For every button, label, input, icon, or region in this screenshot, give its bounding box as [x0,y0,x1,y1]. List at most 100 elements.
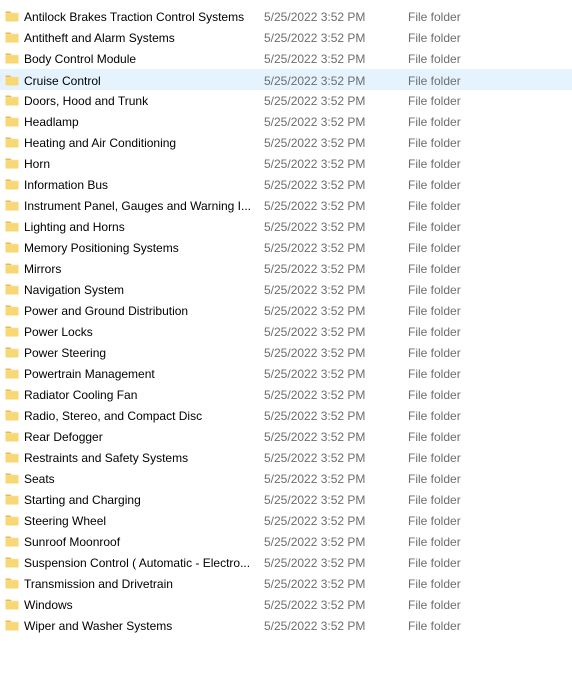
file-row[interactable]: Rear Defogger 5/25/2022 3:52 PM File fol… [0,426,572,447]
file-type: File folder [408,430,461,444]
date-modified: 5/25/2022 3:52 PM [264,136,366,150]
date-modified: 5/25/2022 3:52 PM [264,115,366,129]
folder-icon [5,135,19,149]
file-type: File folder [408,493,461,507]
date-modified: 5/25/2022 3:52 PM [264,178,366,192]
file-name: Power Steering [24,346,107,360]
file-row[interactable]: Powertrain Management 5/25/2022 3:52 PM … [0,363,572,384]
file-row[interactable]: Antitheft and Alarm Systems 5/25/2022 3:… [0,27,572,48]
file-name: Windows [24,598,73,612]
file-row[interactable]: Power and Ground Distribution 5/25/2022 … [0,300,572,321]
file-type: File folder [408,178,461,192]
folder-icon [5,156,19,170]
file-name: Navigation System [24,283,125,297]
file-name: Doors, Hood and Trunk [24,94,149,108]
file-name: Mirrors [24,262,62,276]
file-row[interactable]: Lighting and Horns 5/25/2022 3:52 PM Fil… [0,216,572,237]
file-row[interactable]: Sunroof Moonroof 5/25/2022 3:52 PM File … [0,531,572,552]
file-name: Cruise Control [24,74,101,88]
file-row[interactable]: Transmission and Drivetrain 5/25/2022 3:… [0,573,572,594]
folder-icon [5,429,19,443]
file-row[interactable]: Antilock Brakes Traction Control Systems… [0,6,572,27]
date-modified: 5/25/2022 3:52 PM [264,157,366,171]
file-row[interactable]: Instrument Panel, Gauges and Warning I..… [0,195,572,216]
file-name: Body Control Module [24,52,137,66]
date-modified: 5/25/2022 3:52 PM [264,199,366,213]
file-name: Restraints and Safety Systems [24,451,189,465]
file-row[interactable]: Steering Wheel 5/25/2022 3:52 PM File fo… [0,510,572,531]
file-row[interactable]: Cruise Control 5/25/2022 3:52 PM File fo… [0,69,572,90]
file-row[interactable]: Body Control Module 5/25/2022 3:52 PM Fi… [0,48,572,69]
file-name: Antitheft and Alarm Systems [24,31,175,45]
file-type: File folder [408,472,461,486]
folder-icon [5,324,19,338]
date-modified: 5/25/2022 3:52 PM [264,262,366,276]
file-row[interactable]: Radio, Stereo, and Compact Disc 5/25/202… [0,405,572,426]
date-modified: 5/25/2022 3:52 PM [264,577,366,591]
file-type: File folder [408,283,461,297]
file-name: Wiper and Washer Systems [24,619,173,633]
file-type: File folder [408,556,461,570]
folder-icon [5,387,19,401]
folder-icon [5,555,19,569]
file-type: File folder [408,115,461,129]
file-type: File folder [408,598,461,612]
date-modified: 5/25/2022 3:52 PM [264,451,366,465]
date-modified: 5/25/2022 3:52 PM [264,388,366,402]
file-type: File folder [408,220,461,234]
file-row[interactable]: Power Locks 5/25/2022 3:52 PM File folde… [0,321,572,342]
file-name: Power and Ground Distribution [24,304,189,318]
folder-icon [5,597,19,611]
file-name: Power Locks [24,325,93,339]
file-row[interactable]: Power Steering 5/25/2022 3:52 PM File fo… [0,342,572,363]
file-row[interactable]: Suspension Control ( Automatic - Electro… [0,552,572,573]
file-type: File folder [408,157,461,171]
file-type: File folder [408,136,461,150]
date-modified: 5/25/2022 3:52 PM [264,430,366,444]
folder-icon [5,93,19,107]
file-row[interactable]: Horn 5/25/2022 3:52 PM File folder [0,153,572,174]
date-modified: 5/25/2022 3:52 PM [264,283,366,297]
date-modified: 5/25/2022 3:52 PM [264,241,366,255]
file-name: Lighting and Horns [24,220,125,234]
file-row[interactable]: Mirrors 5/25/2022 3:52 PM File folder [0,258,572,279]
file-name: Seats [24,472,55,486]
file-name: Heating and Air Conditioning [24,136,177,150]
file-row[interactable]: Radiator Cooling Fan 5/25/2022 3:52 PM F… [0,384,572,405]
file-row[interactable]: Starting and Charging 5/25/2022 3:52 PM … [0,489,572,510]
date-modified: 5/25/2022 3:52 PM [264,74,366,88]
file-row[interactable]: Seats 5/25/2022 3:52 PM File folder [0,468,572,489]
file-name: Horn [24,157,51,171]
folder-icon [5,73,19,87]
file-row[interactable]: Heating and Air Conditioning 5/25/2022 3… [0,132,572,153]
file-type: File folder [408,94,461,108]
date-modified: 5/25/2022 3:52 PM [264,409,366,423]
file-row[interactable]: Doors, Hood and Trunk 5/25/2022 3:52 PM … [0,90,572,111]
file-row[interactable]: Information Bus 5/25/2022 3:52 PM File f… [0,174,572,195]
file-name: Suspension Control ( Automatic - Electro… [24,556,250,570]
date-modified: 5/25/2022 3:52 PM [264,94,366,108]
file-row[interactable]: Navigation System 5/25/2022 3:52 PM File… [0,279,572,300]
folder-icon [5,240,19,254]
file-row[interactable]: Wiper and Washer Systems 5/25/2022 3:52 … [0,615,572,636]
folder-icon [5,345,19,359]
file-type: File folder [408,325,461,339]
folder-icon [5,618,19,632]
folder-icon [5,471,19,485]
file-row[interactable]: Memory Positioning Systems 5/25/2022 3:5… [0,237,572,258]
file-row[interactable]: Restraints and Safety Systems 5/25/2022 … [0,447,572,468]
file-name: Steering Wheel [24,514,107,528]
folder-icon [5,30,19,44]
date-modified: 5/25/2022 3:52 PM [264,535,366,549]
file-type: File folder [408,74,461,88]
date-modified: 5/25/2022 3:52 PM [264,325,366,339]
file-row[interactable]: Windows 5/25/2022 3:52 PM File folder [0,594,572,615]
file-type: File folder [408,52,461,66]
file-row[interactable]: Headlamp 5/25/2022 3:52 PM File folder [0,111,572,132]
file-type: File folder [408,262,461,276]
file-name: Instrument Panel, Gauges and Warning I..… [24,199,250,213]
date-modified: 5/25/2022 3:52 PM [264,52,366,66]
file-name: Memory Positioning Systems [24,241,179,255]
folder-icon [5,198,19,212]
file-name: Powertrain Management [24,367,155,381]
